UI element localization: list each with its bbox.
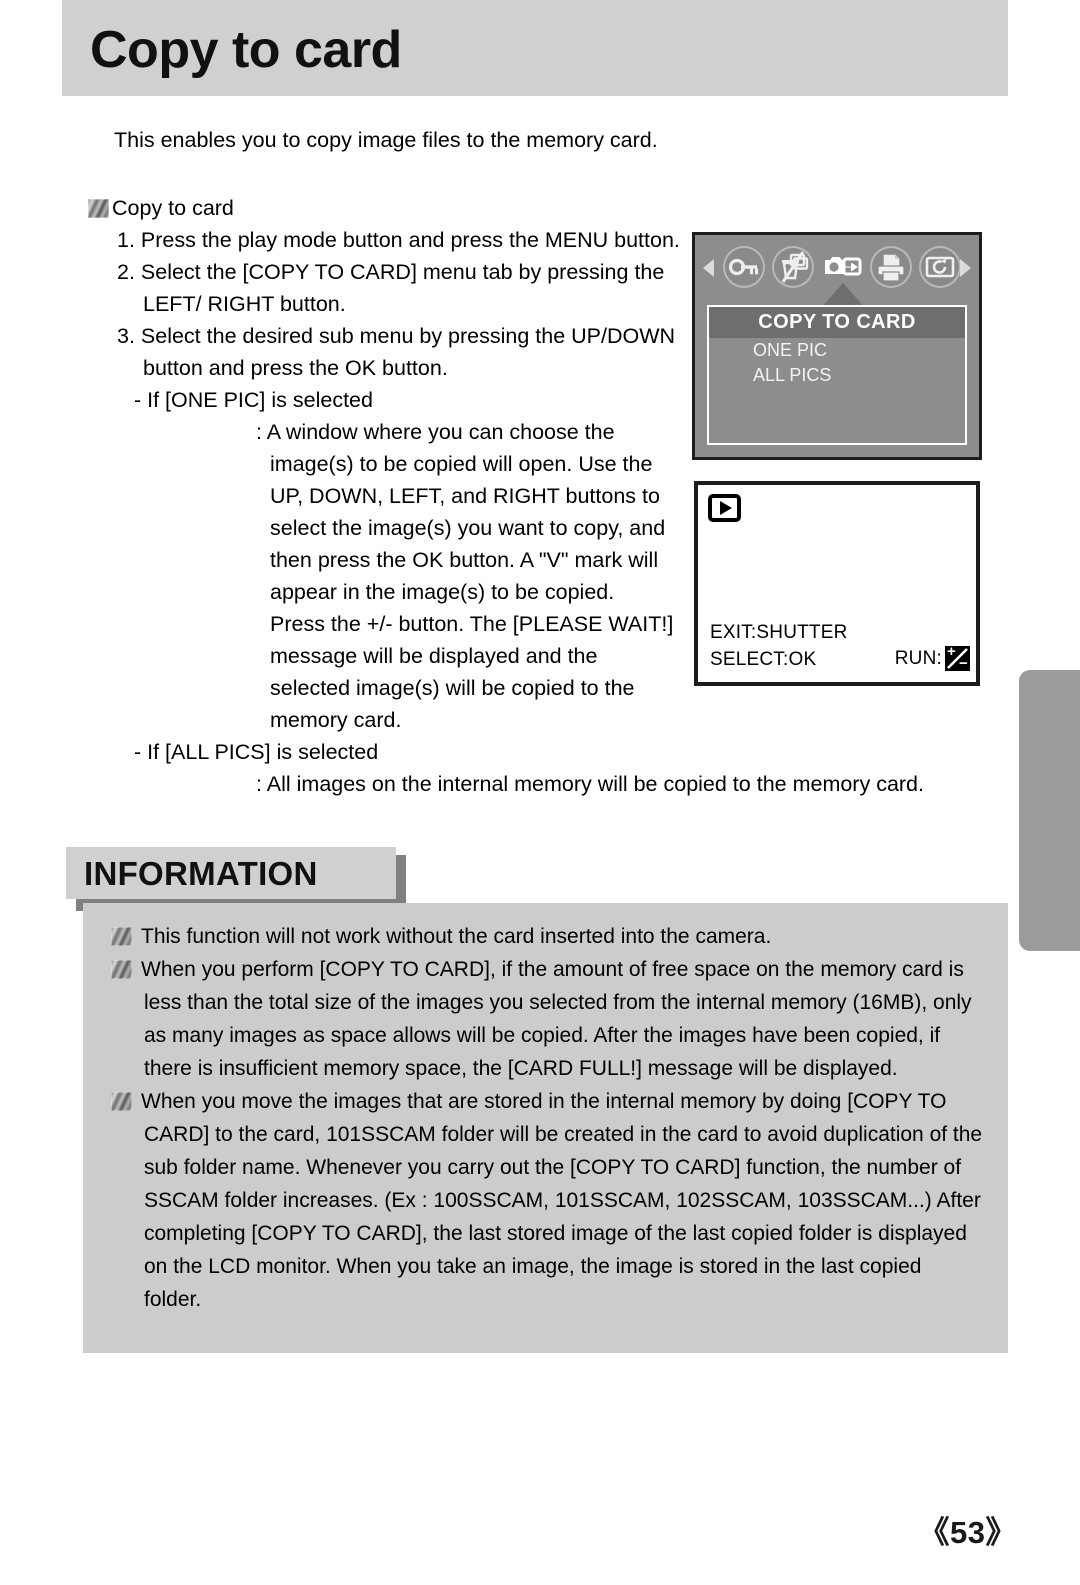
information-item: When you move the images that are stored… bbox=[111, 1085, 983, 1316]
procedure-step-1: 1. Press the play mode button and press … bbox=[117, 228, 680, 252]
information-item-text: This function will not work without the … bbox=[141, 925, 772, 948]
lcd-menu-title: COPY TO CARD bbox=[709, 307, 965, 338]
information-item: This function will not work without the … bbox=[111, 920, 983, 953]
sub-menu-one-pic-label: - If [ONE PIC] is selected bbox=[134, 388, 373, 412]
delete-trash-icon[interactable] bbox=[772, 246, 814, 288]
sub-menu-all-pics-detail: : All images on the internal memory will… bbox=[256, 772, 924, 796]
page-title: Copy to card bbox=[90, 21, 402, 79]
procedure-heading: Copy to card bbox=[88, 192, 688, 224]
information-item-text: When you perform [COPY TO CARD], if the … bbox=[141, 958, 972, 1080]
lcd-select-label: SELECT:OK bbox=[710, 649, 817, 670]
lcd-menu-screenshot: COPY TO CARD ONE PIC ALL PICS bbox=[692, 232, 982, 460]
thumbnail-bullet-icon bbox=[111, 927, 132, 946]
intro-text: This enables you to copy image files to … bbox=[114, 128, 658, 152]
resize-camera-icon[interactable] bbox=[919, 246, 961, 288]
lcd-run-row: RUN: + − bbox=[895, 646, 970, 671]
lcd-run-label: RUN: bbox=[894, 647, 942, 669]
play-mode-icon bbox=[708, 494, 741, 522]
information-tab: INFORMATION bbox=[66, 847, 396, 899]
plus-minus-button-icon: + − bbox=[945, 646, 970, 671]
page-header-bar: Copy to card bbox=[62, 0, 1008, 96]
dpof-printer-icon[interactable] bbox=[870, 246, 912, 288]
nav-left-arrow-icon[interactable] bbox=[703, 259, 714, 277]
sub-menu-one-pic-detail: : A window where you can choose the imag… bbox=[256, 420, 674, 732]
thumbnail-bullet-icon bbox=[88, 199, 109, 218]
page-number: 《53》 bbox=[918, 1515, 1017, 1550]
procedure-step-2: 2. Select the [COPY TO CARD] menu tab by… bbox=[117, 260, 665, 316]
thumbnail-bullet-icon bbox=[111, 960, 132, 979]
information-item: When you perform [COPY TO CARD], if the … bbox=[111, 953, 983, 1085]
thumbnail-bullet-icon bbox=[111, 1092, 132, 1111]
lcd-menu-option-one-pic[interactable]: ONE PIC bbox=[709, 338, 965, 363]
sub-menu-all-pics-label: - If [ALL PICS] is selected bbox=[134, 740, 379, 764]
lcd-select-screenshot: EXIT:SHUTTER SELECT:OK RUN: + − bbox=[694, 481, 980, 686]
lcd-menu-panel: COPY TO CARD ONE PIC ALL PICS bbox=[707, 305, 967, 445]
copy-to-card-icon[interactable] bbox=[821, 246, 863, 288]
information-tab-label: INFORMATION bbox=[84, 855, 318, 892]
information-list: This function will not work without the … bbox=[111, 920, 983, 1316]
nav-right-arrow-icon[interactable] bbox=[960, 259, 971, 277]
procedure-step-3: 3. Select the desired sub menu by pressi… bbox=[117, 324, 676, 380]
procedure-block: Copy to card 1. Press the play mode butt… bbox=[88, 192, 924, 800]
information-item-text: When you move the images that are stored… bbox=[141, 1090, 983, 1311]
information-body: This function will not work without the … bbox=[83, 903, 1008, 1353]
lcd-menu-option-all-pics[interactable]: ALL PICS bbox=[709, 363, 965, 388]
protect-key-icon[interactable] bbox=[723, 246, 765, 288]
lcd-exit-label: EXIT:SHUTTER bbox=[710, 622, 848, 643]
procedure-heading-label: Copy to card bbox=[112, 196, 234, 220]
section-side-tab bbox=[1019, 670, 1080, 951]
